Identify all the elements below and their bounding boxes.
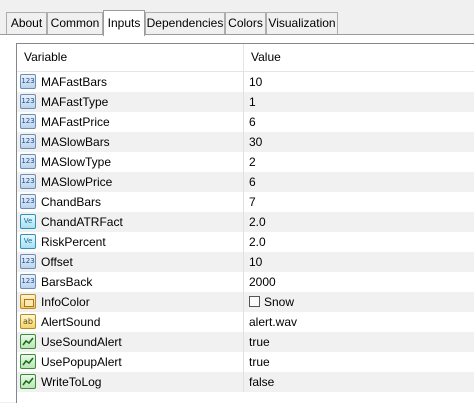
variable-name: MAFastBars <box>41 75 108 89</box>
tab-about[interactable]: About <box>6 12 47 34</box>
bool-icon <box>20 354 36 369</box>
table-row[interactable]: 123 Offset 10 <box>17 252 474 272</box>
int-icon: 123 <box>20 194 36 209</box>
inputs-panel: Variable Value 123 MAFastBars 10 123 MAFastT… <box>0 34 474 403</box>
tab-visualization[interactable]: Visualization <box>266 12 338 34</box>
cell-divider <box>243 92 244 112</box>
table-row[interactable]: 123 BarsBack 2000 <box>17 272 474 292</box>
variable-value[interactable]: 2.0 <box>249 212 266 232</box>
variable-name: RiskPercent <box>41 235 106 249</box>
int-icon: 123 <box>20 134 36 149</box>
cell-divider <box>243 292 244 312</box>
variable-name: UseSoundAlert <box>41 335 122 349</box>
string-icon: ab <box>20 314 36 329</box>
table-row[interactable]: 123 MAFastBars 10 <box>17 72 474 92</box>
variable-name: InfoColor <box>41 295 90 309</box>
int-icon: 123 <box>20 254 36 269</box>
variable-name: ChandBars <box>41 195 102 209</box>
int-icon: 123 <box>20 274 36 289</box>
variable-value[interactable]: 1 <box>249 92 256 112</box>
variable-name: MAFastPrice <box>41 115 110 129</box>
variable-value[interactable]: Snow <box>264 292 294 312</box>
variable-value[interactable]: 2 <box>249 152 256 172</box>
tab-common[interactable]: Common <box>47 12 103 34</box>
variable-name: WriteToLog <box>41 375 102 389</box>
tab-inputs[interactable]: Inputs <box>103 10 145 36</box>
cell-divider <box>243 172 244 192</box>
color-icon <box>20 294 36 309</box>
variable-value[interactable]: true <box>249 332 270 352</box>
variable-name: AlertSound <box>41 315 101 329</box>
cell-divider <box>243 112 244 132</box>
variable-value[interactable]: 10 <box>249 72 262 92</box>
variable-value[interactable]: 10 <box>249 252 262 272</box>
tab-dependencies[interactable]: Dependencies <box>145 12 225 34</box>
variable-value[interactable]: 7 <box>249 192 256 212</box>
variable-name: UsePopupAlert <box>41 355 122 369</box>
variable-value[interactable]: true <box>249 352 270 372</box>
table-row[interactable]: 123 ChandBars 7 <box>17 192 474 212</box>
cell-divider <box>243 132 244 152</box>
table-row[interactable]: Ve RiskPercent 2.0 <box>17 232 474 252</box>
variable-name: MAFastType <box>41 95 109 109</box>
int-icon: 123 <box>20 154 36 169</box>
cell-divider <box>243 312 244 332</box>
table-row[interactable]: UseSoundAlert true <box>17 332 474 352</box>
inputs-grid: Variable Value 123 MAFastBars 10 123 MAFastT… <box>16 43 474 403</box>
double-icon: Ve <box>20 214 36 229</box>
table-row[interactable]: 123 MASlowPrice 6 <box>17 172 474 192</box>
cell-divider <box>243 372 244 392</box>
variable-name: Offset <box>41 255 73 269</box>
cell-divider <box>243 332 244 352</box>
bool-icon <box>20 374 36 389</box>
bool-icon <box>20 334 36 349</box>
variable-name: MASlowPrice <box>41 175 113 189</box>
table-row[interactable]: ab AlertSound alert.wav <box>17 312 474 332</box>
cell-divider <box>243 352 244 372</box>
variable-name: MASlowBars <box>41 135 110 149</box>
table-row[interactable]: 123 MAFastType 1 <box>17 92 474 112</box>
variable-value[interactable]: false <box>249 372 274 392</box>
table-row[interactable]: 123 MASlowType 2 <box>17 152 474 172</box>
int-icon: 123 <box>20 114 36 129</box>
table-row[interactable]: WriteToLog false <box>17 372 474 392</box>
column-header-value[interactable]: Value <box>244 44 474 71</box>
color-swatch[interactable] <box>249 296 260 307</box>
cell-divider <box>243 152 244 172</box>
cell-divider <box>243 252 244 272</box>
table-row[interactable]: 123 MAFastPrice 6 <box>17 112 474 132</box>
tab-colors[interactable]: Colors <box>225 12 266 34</box>
variable-value[interactable]: 2000 <box>249 272 276 292</box>
int-icon: 123 <box>20 74 36 89</box>
table-row[interactable]: InfoColor Snow <box>17 292 474 312</box>
cell-divider <box>243 232 244 252</box>
cell-divider <box>243 72 244 92</box>
table-row[interactable]: Ve ChandATRFact 2.0 <box>17 212 474 232</box>
cell-divider <box>243 212 244 232</box>
variable-name: MASlowType <box>41 155 112 169</box>
variable-name: ChandATRFact <box>41 215 123 229</box>
double-icon: Ve <box>20 234 36 249</box>
int-icon: 123 <box>20 94 36 109</box>
grid-header: Variable Value <box>17 44 474 72</box>
table-row[interactable]: UsePopupAlert true <box>17 352 474 372</box>
variable-value[interactable]: 6 <box>249 172 256 192</box>
variable-value[interactable]: alert.wav <box>249 312 297 332</box>
variable-value[interactable]: 2.0 <box>249 232 266 252</box>
variable-value[interactable]: 30 <box>249 132 262 152</box>
variable-name: BarsBack <box>41 275 93 289</box>
tab-strip: About Common Inputs Dependencies Colors … <box>0 0 474 36</box>
table-row[interactable]: 123 MASlowBars 30 <box>17 132 474 152</box>
column-header-variable[interactable]: Variable <box>17 44 243 71</box>
cell-divider <box>243 272 244 292</box>
cell-divider <box>243 192 244 212</box>
variable-value[interactable]: 6 <box>249 112 256 132</box>
int-icon: 123 <box>20 174 36 189</box>
